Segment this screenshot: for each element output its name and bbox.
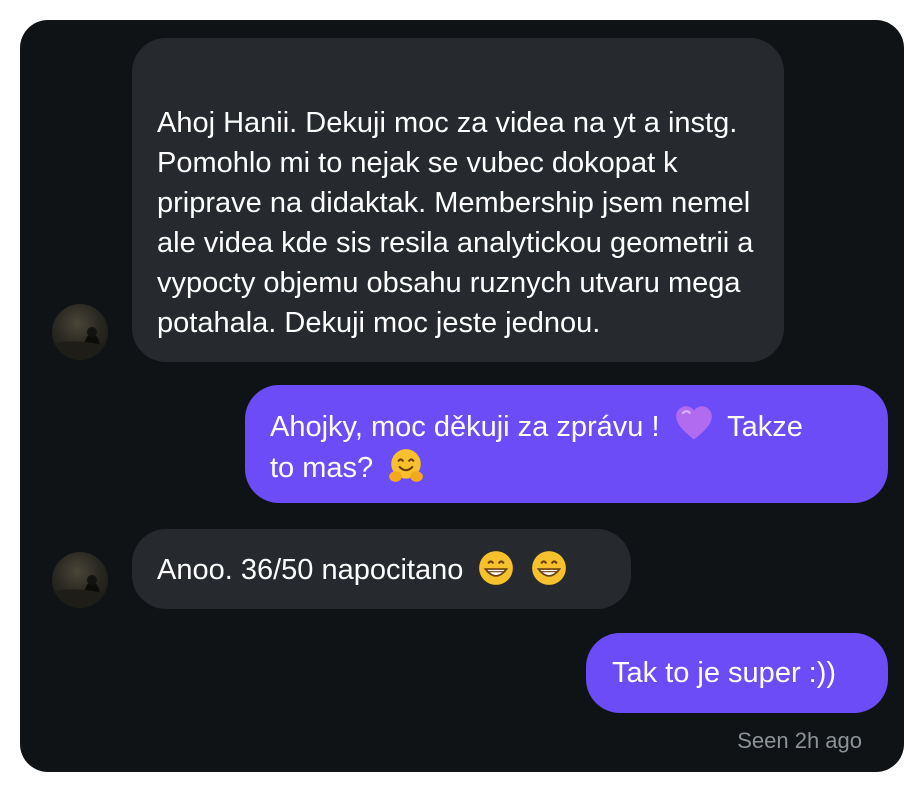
message-text: Ahojky, moc děkuji za zprávu ! <box>270 411 660 443</box>
message-text: Ahoj Hanii. Dekuji moc za videa na yt a … <box>157 107 754 339</box>
message-bubble-incoming[interactable]: Ahoj Hanii. Dekuji moc za videa na yt a … <box>132 38 784 362</box>
message-bubble-incoming[interactable]: Anoo. 36/50 napocitano <box>132 529 631 609</box>
sender-avatar[interactable] <box>52 552 108 608</box>
hugging-face-icon <box>389 449 424 482</box>
message-text: Anoo. 36/50 napocitano <box>157 554 464 586</box>
grinning-face-icon <box>479 551 514 585</box>
avatar-photo <box>52 327 108 360</box>
message-bubble-outgoing[interactable]: Ahojky, moc děkuji za zprávu ! Takze to … <box>245 385 888 503</box>
seen-status: Seen 2h ago <box>737 728 862 753</box>
message-bubble-outgoing[interactable]: Tak to je super :)) <box>586 633 888 713</box>
chat-thread: Ahoj Hanii. Dekuji moc za videa na yt a … <box>20 20 904 772</box>
grinning-face-icon <box>531 551 566 585</box>
avatar-photo <box>52 575 108 608</box>
message-text: Tak to je super :)) <box>612 657 837 689</box>
purple-heart-icon <box>675 406 712 440</box>
message-text-line2: to mas? <box>270 452 374 484</box>
message-text-continued: Takze <box>727 411 803 443</box>
sender-avatar[interactable] <box>52 304 108 360</box>
